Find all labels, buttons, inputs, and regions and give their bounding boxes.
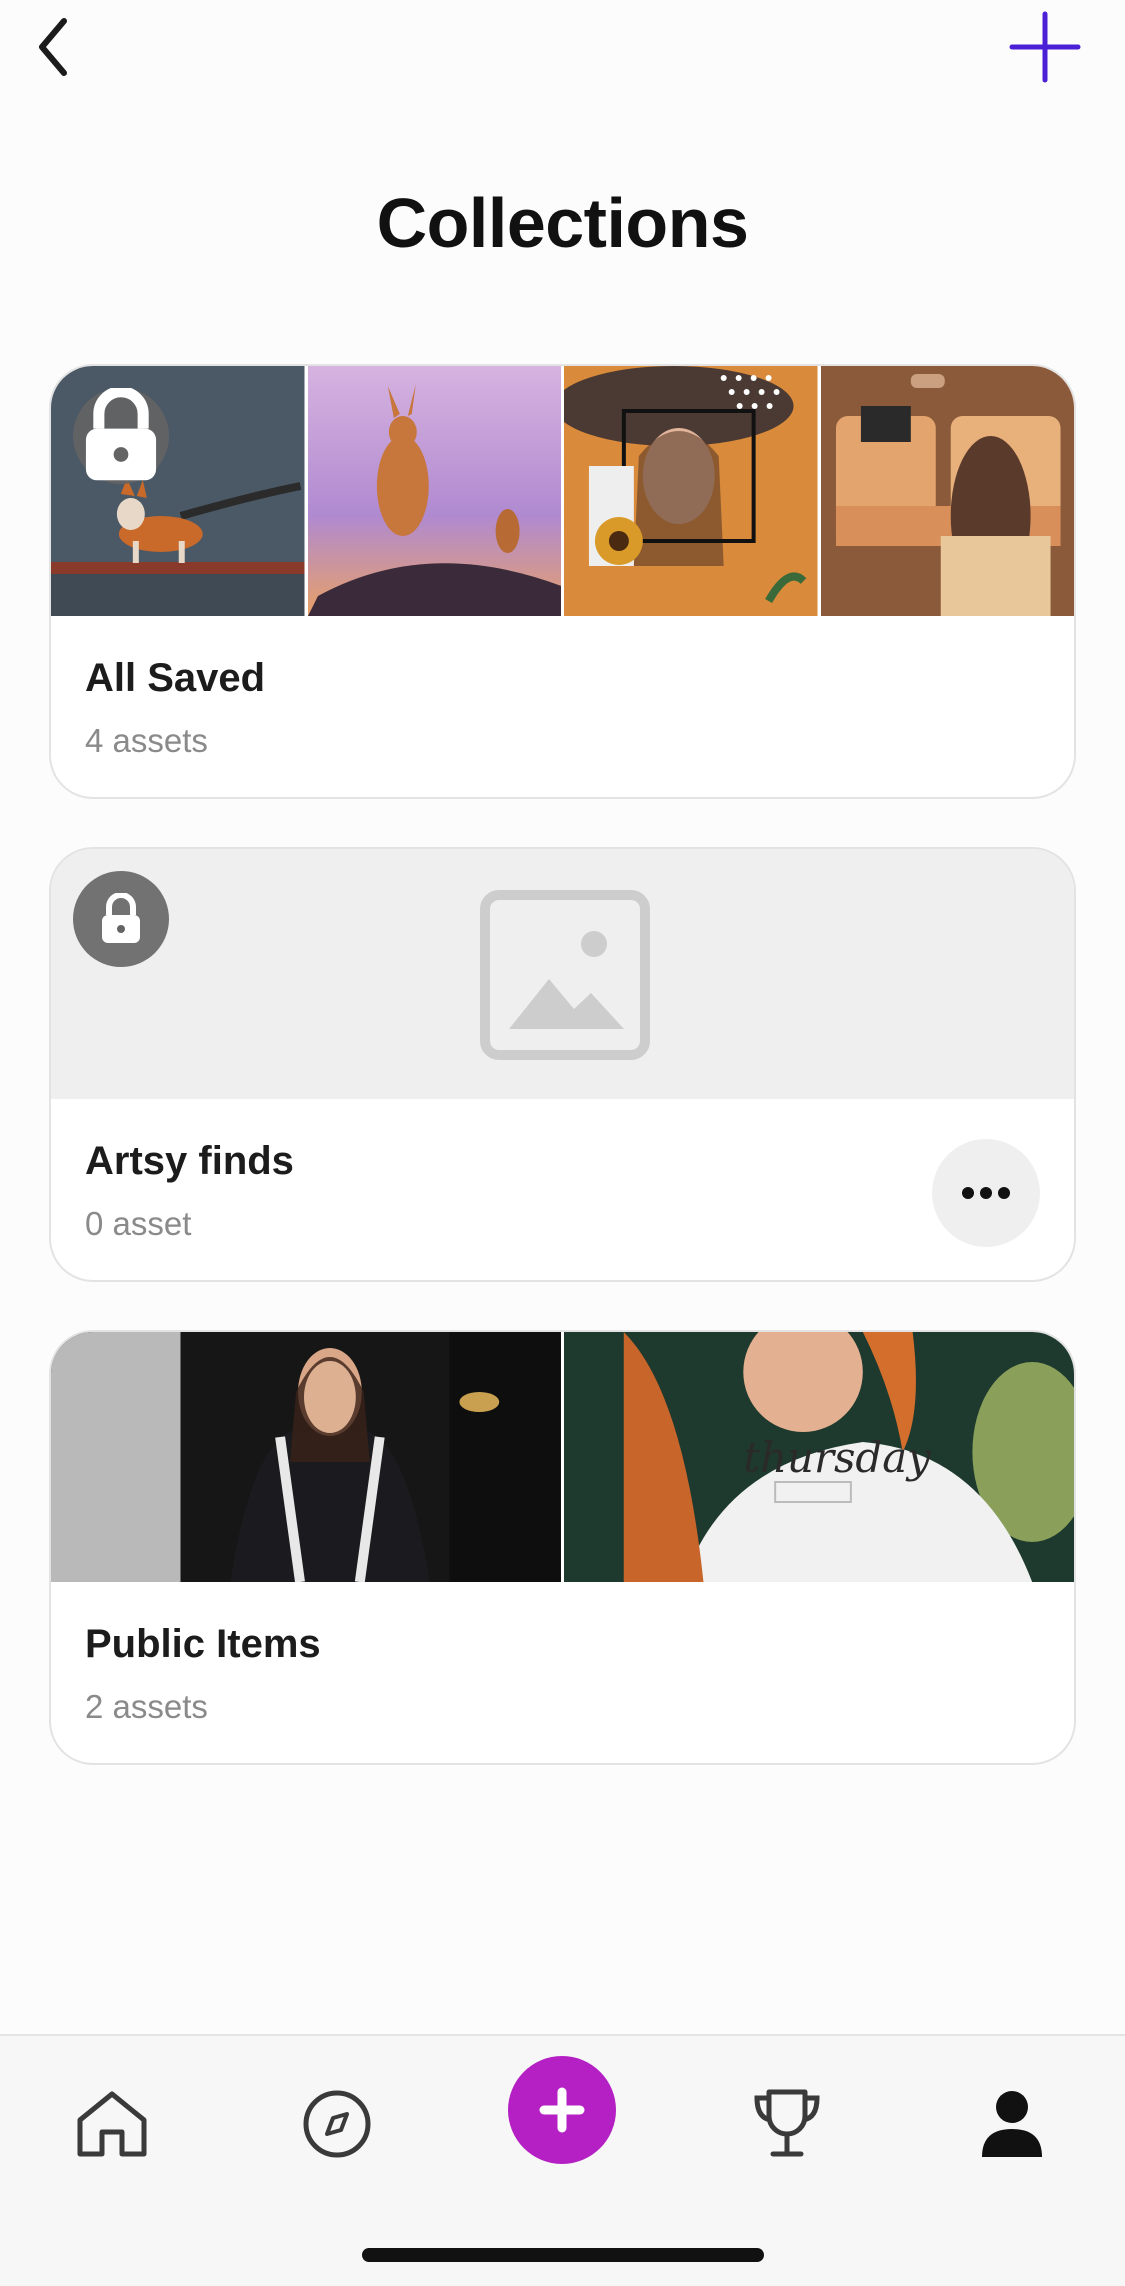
lock-badge [73, 388, 169, 484]
home-indicator [362, 2248, 764, 2262]
collection-card-public-items[interactable]: thursday Public Items 2 assets [49, 1330, 1076, 1765]
thumbnail-train-window [820, 366, 1074, 616]
more-horizontal-icon [962, 1187, 1010, 1199]
create-button[interactable] [508, 2056, 616, 2164]
thumbnail-kangaroo [307, 366, 561, 616]
thumbnail-fox [51, 366, 305, 616]
collection-card-artsy-finds[interactable]: Artsy finds 0 asset [49, 847, 1076, 1282]
collection-count: 0 asset [85, 1205, 192, 1242]
collection-count: 2 assets [85, 1688, 208, 1725]
home-icon [77, 2091, 147, 2157]
collection-name: Public Items [85, 1622, 321, 1666]
thumbnail-woman-collage [564, 366, 818, 616]
add-collection-button[interactable] [1005, 4, 1105, 88]
tab-bar [0, 2034, 1125, 2286]
collection-name: All Saved [85, 656, 266, 700]
lock-icon [102, 893, 140, 943]
collection-thumbnails: thursday [51, 1332, 1074, 1582]
plus-icon [1009, 11, 1081, 83]
lock-icon [85, 388, 157, 481]
collection-thumbnails [51, 366, 1074, 616]
tab-explore[interactable] [287, 2074, 387, 2174]
collection-name: Artsy finds [85, 1139, 294, 1183]
compass-icon [303, 2090, 371, 2158]
page-title: Collections [376, 184, 749, 262]
more-options-button[interactable] [932, 1139, 1040, 1247]
empty-thumbnail [51, 849, 1074, 1099]
tab-profile[interactable] [962, 2074, 1062, 2174]
trophy-icon [754, 2089, 820, 2157]
collection-card-all-saved[interactable]: All Saved 4 assets [49, 364, 1076, 799]
collection-count: 4 assets [85, 722, 208, 759]
thumbnail-woman-jacket [51, 1332, 561, 1582]
thumbnail-woman-red-hair: thursday [564, 1332, 1074, 1582]
back-button[interactable] [28, 12, 108, 92]
chevron-left-icon [39, 18, 67, 76]
image-placeholder-icon [480, 890, 650, 1060]
tab-challenges[interactable] [737, 2074, 837, 2174]
overlay-text: thursday [743, 1433, 932, 1482]
create-plus-icon [539, 2087, 585, 2133]
tab-home[interactable] [62, 2074, 162, 2174]
lock-badge [73, 871, 169, 967]
profile-icon [982, 2091, 1042, 2157]
